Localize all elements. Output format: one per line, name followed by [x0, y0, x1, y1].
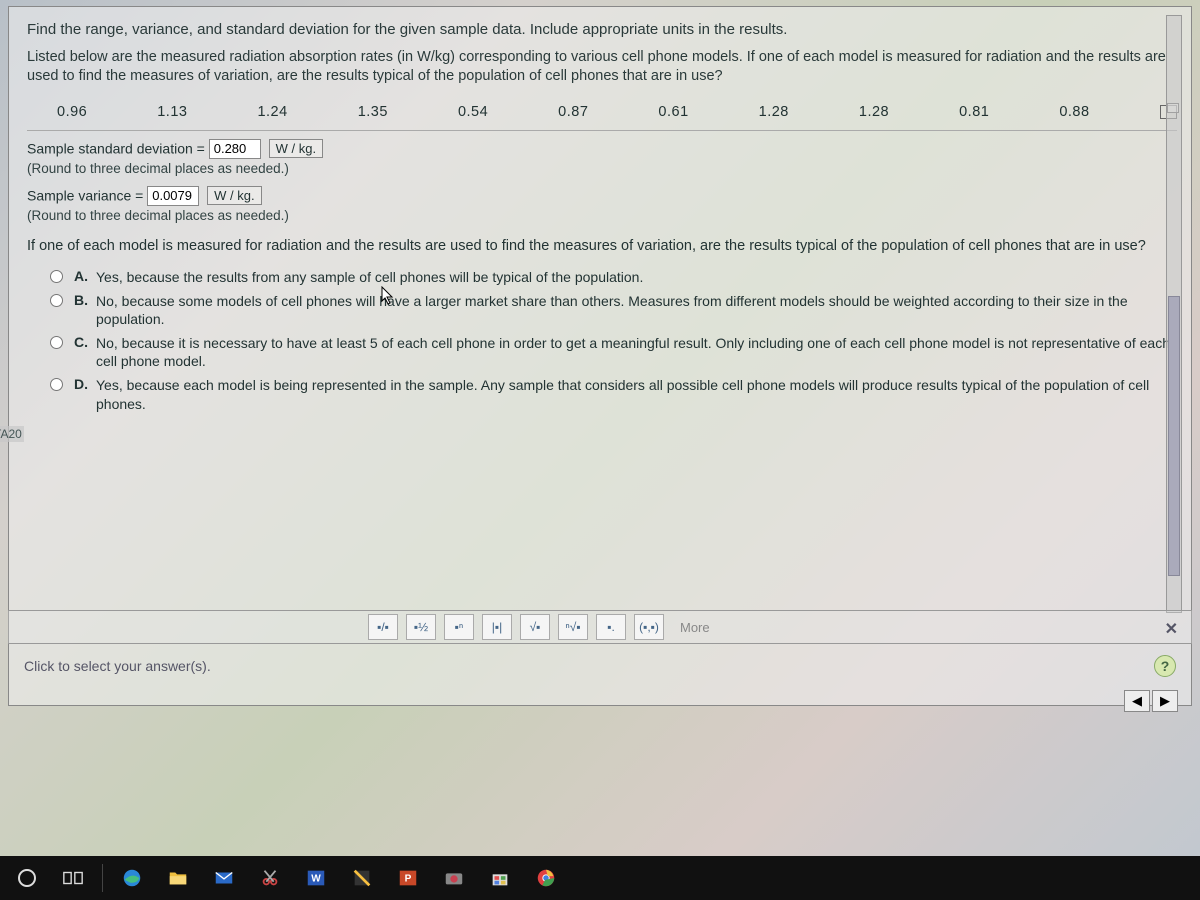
- data-value: 0.96: [57, 104, 87, 120]
- mail-icon[interactable]: [203, 860, 245, 896]
- std-dev-input[interactable]: [209, 139, 261, 159]
- followup-question: If one of each model is measured for rad…: [27, 237, 1177, 256]
- screen: Find the range, variance, and standard d…: [0, 0, 1200, 900]
- choice-b-text: No, because some models of cell phones w…: [96, 292, 1177, 328]
- data-value: 0.87: [558, 104, 588, 120]
- taskbar: W P: [0, 856, 1200, 900]
- choice-b[interactable]: B. No, because some models of cell phone…: [27, 292, 1177, 328]
- footer-prompt: Click to select your answer(s).: [24, 658, 211, 674]
- data-value: 1.24: [257, 104, 287, 120]
- data-value: 1.28: [859, 104, 889, 120]
- math-more-button[interactable]: More: [672, 620, 718, 635]
- choice-b-radio[interactable]: [50, 294, 63, 307]
- next-button[interactable]: ▶: [1152, 690, 1178, 712]
- question-context: Listed below are the measured radiation …: [27, 48, 1177, 86]
- math-interval-button[interactable]: (▪,▪): [634, 614, 664, 640]
- scrollbar-thumb[interactable]: [1168, 296, 1180, 576]
- math-nroot-button[interactable]: ⁿ√▪: [558, 614, 588, 640]
- data-value: 0.54: [458, 104, 488, 120]
- variance-input[interactable]: [147, 186, 199, 206]
- choice-a-label: A.: [74, 268, 88, 284]
- taskbar-separator: [102, 864, 103, 892]
- task-view-icon[interactable]: [52, 860, 94, 896]
- chrome-icon[interactable]: [525, 860, 567, 896]
- choice-d-label: D.: [74, 376, 88, 392]
- prev-button[interactable]: ◀: [1124, 690, 1150, 712]
- math-subscript-button[interactable]: ▪.: [596, 614, 626, 640]
- data-row: 0.96 1.13 1.24 1.35 0.54 0.87 0.61 1.28 …: [27, 94, 1177, 131]
- snip-icon[interactable]: [249, 860, 291, 896]
- choice-d-text: Yes, because each model is being represe…: [96, 376, 1177, 412]
- choice-a-radio[interactable]: [50, 270, 63, 283]
- help-button[interactable]: ?: [1154, 655, 1176, 677]
- cortana-icon[interactable]: [6, 860, 48, 896]
- edge-icon[interactable]: [111, 860, 153, 896]
- variance-unit[interactable]: W / kg.: [207, 186, 261, 205]
- question-panel: Find the range, variance, and standard d…: [8, 6, 1192, 706]
- question-instruction: Find the range, variance, and standard d…: [27, 21, 1177, 38]
- file-explorer-icon[interactable]: [157, 860, 199, 896]
- choice-b-label: B.: [74, 292, 88, 308]
- choice-a-text: Yes, because the results from any sample…: [96, 268, 643, 286]
- data-value: 1.28: [759, 104, 789, 120]
- data-value: 0.88: [1059, 104, 1089, 120]
- variance-block: Sample variance = W / kg. (Round to thre…: [27, 186, 1177, 223]
- choice-d-radio[interactable]: [50, 378, 63, 391]
- pin1-icon[interactable]: [341, 860, 383, 896]
- store-icon[interactable]: [479, 860, 521, 896]
- data-value: 1.13: [157, 104, 187, 120]
- choice-c-text: No, because it is necessary to have at l…: [96, 334, 1177, 370]
- choice-c-label: C.: [74, 334, 88, 350]
- data-value: 0.61: [658, 104, 688, 120]
- side-tab[interactable]: TA20: [0, 426, 24, 442]
- math-abs-button[interactable]: |▪|: [482, 614, 512, 640]
- std-dev-label: Sample standard deviation =: [27, 140, 209, 156]
- variance-label: Sample variance =: [27, 187, 147, 203]
- std-dev-unit[interactable]: W / kg.: [269, 139, 323, 158]
- math-mixed-button[interactable]: ▪½: [406, 614, 436, 640]
- choice-d[interactable]: D. Yes, because each model is being repr…: [27, 376, 1177, 412]
- variance-round-note: (Round to three decimal places as needed…: [27, 208, 1177, 223]
- nav-arrows: ◀ ▶: [1124, 690, 1178, 712]
- word-icon[interactable]: W: [295, 860, 337, 896]
- choice-c[interactable]: C. No, because it is necessary to have a…: [27, 334, 1177, 370]
- data-value: 1.35: [358, 104, 388, 120]
- powerpoint-icon[interactable]: P: [387, 860, 429, 896]
- math-close-icon[interactable]: ✕: [1165, 619, 1178, 639]
- math-fraction-button[interactable]: ▪/▪: [368, 614, 398, 640]
- scrollbar[interactable]: [1166, 15, 1182, 613]
- choice-c-radio[interactable]: [50, 336, 63, 349]
- std-dev-round-note: (Round to three decimal places as needed…: [27, 161, 1177, 176]
- camera-icon[interactable]: [433, 860, 475, 896]
- math-toolbar: ▪/▪ ▪½ ▪ⁿ |▪| √▪ ⁿ√▪ ▪. (▪,▪) More ✕: [8, 610, 1192, 644]
- math-exponent-button[interactable]: ▪ⁿ: [444, 614, 474, 640]
- choice-a[interactable]: A. Yes, because the results from any sam…: [27, 268, 1177, 286]
- data-value: 0.81: [959, 104, 989, 120]
- std-dev-block: Sample standard deviation = W / kg. (Rou…: [27, 139, 1177, 176]
- math-sqrt-button[interactable]: √▪: [520, 614, 550, 640]
- svg-text:W: W: [311, 874, 321, 885]
- footer-bar: Click to select your answer(s). ?: [8, 646, 1192, 686]
- svg-text:P: P: [405, 874, 412, 885]
